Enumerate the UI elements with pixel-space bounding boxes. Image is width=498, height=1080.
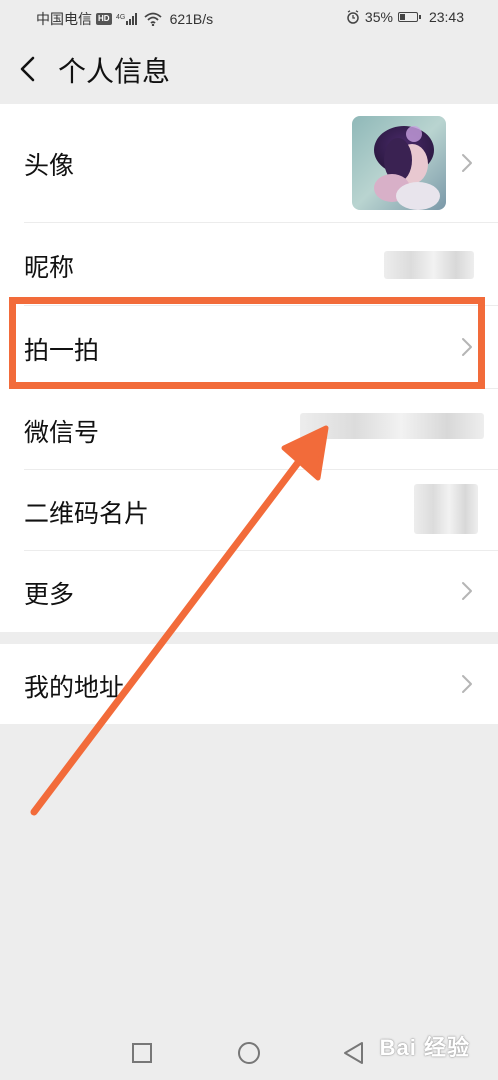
row-label-qr-code: 二维码名片	[24, 499, 150, 528]
clock: 23:43	[428, 9, 464, 25]
square-icon[interactable]	[131, 1042, 153, 1064]
row-label-wechat-id: 微信号	[24, 418, 100, 447]
wechat-id-value-blurred	[300, 413, 484, 439]
battery-fill	[399, 14, 405, 20]
chevron-right-icon	[462, 338, 472, 356]
row-my-address[interactable]: 我的地址	[0, 644, 498, 724]
triangle-left-icon[interactable]	[342, 1041, 366, 1065]
signal-icon: 4G	[116, 13, 137, 25]
battery-percent: 35%	[364, 9, 393, 25]
status-bar: 中国电信 HD 4G 621B/s 35% 23:43	[0, 0, 498, 36]
hd-badge: HD	[96, 13, 112, 25]
chevron-right-icon	[462, 154, 472, 172]
chevron-right-icon	[462, 675, 472, 693]
row-wechat-id[interactable]: 微信号	[0, 389, 498, 469]
qr-code-blurred	[414, 484, 478, 534]
back-icon[interactable]	[14, 54, 44, 84]
chevron-right-icon	[462, 582, 472, 600]
profile-group: 头像 昵称 拍一拍 微信号 二维码名片 更多	[0, 104, 498, 632]
row-label-more: 更多	[24, 580, 75, 609]
watermark: Bai 经验	[379, 1035, 470, 1060]
row-label-pat: 拍一拍	[24, 336, 100, 365]
wifi-icon	[143, 12, 162, 26]
avatar-image	[352, 116, 446, 210]
row-avatar[interactable]: 头像	[0, 104, 498, 222]
alarm-icon	[347, 10, 359, 24]
row-label-nickname: 昵称	[24, 253, 75, 282]
battery-icon	[397, 12, 421, 22]
network-type: 4G	[116, 14, 125, 21]
address-group: 我的地址	[0, 644, 498, 724]
row-pat[interactable]: 拍一拍	[0, 306, 498, 388]
status-right: 35% 23:43	[346, 9, 464, 25]
page-title: 个人信息	[58, 55, 171, 88]
row-label-my-address: 我的地址	[24, 673, 125, 702]
carrier-label: 中国电信	[36, 11, 92, 27]
row-more[interactable]: 更多	[0, 551, 498, 632]
network-speed: 621B/s	[169, 11, 214, 27]
row-nickname[interactable]: 昵称	[0, 223, 498, 305]
status-left: 中国电信 HD 4G 621B/s	[36, 9, 213, 29]
nickname-value-blurred	[384, 251, 474, 279]
circle-icon[interactable]	[236, 1040, 262, 1066]
navigation-bar: 个人信息	[0, 36, 498, 104]
row-label-avatar: 头像	[24, 151, 75, 180]
row-qr-code[interactable]: 二维码名片	[0, 470, 498, 550]
